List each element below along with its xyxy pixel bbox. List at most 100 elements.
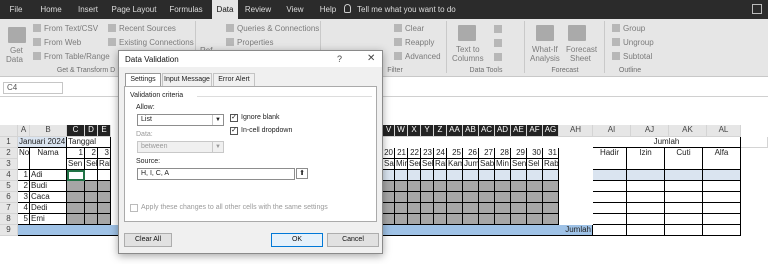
jumlah-cell[interactable] bbox=[627, 203, 665, 214]
jumlah-column-cuti[interactable]: Cuti bbox=[665, 148, 703, 170]
jumlah-cell[interactable] bbox=[703, 170, 741, 181]
column-header-b[interactable]: B bbox=[30, 125, 67, 137]
no-header[interactable]: No bbox=[18, 148, 30, 170]
attendance-cell[interactable] bbox=[98, 214, 111, 225]
attendance-cell[interactable] bbox=[479, 181, 495, 192]
tell-me-search[interactable]: Tell me what you want to do bbox=[344, 0, 456, 19]
column-header-a[interactable]: A bbox=[18, 125, 30, 137]
attendance-cell[interactable] bbox=[434, 192, 447, 203]
column-header-ad[interactable]: AD bbox=[495, 125, 511, 137]
weekday-cell[interactable]: Rab bbox=[543, 159, 559, 170]
jumlah-cell[interactable] bbox=[593, 192, 627, 203]
data-validation-icon[interactable] bbox=[494, 53, 502, 61]
student-name[interactable]: Adi bbox=[30, 170, 67, 181]
attendance-cell[interactable] bbox=[421, 203, 434, 214]
row-header-5[interactable]: 5 bbox=[0, 181, 18, 192]
attendance-cell[interactable] bbox=[463, 203, 479, 214]
attendance-cell[interactable] bbox=[383, 192, 395, 203]
day-cell[interactable]: 31 bbox=[543, 148, 559, 159]
select-all-corner[interactable] bbox=[0, 125, 18, 137]
day-cell[interactable]: 1 bbox=[67, 148, 85, 159]
jumlah-cell[interactable] bbox=[627, 214, 665, 225]
attendance-cell[interactable] bbox=[85, 192, 98, 203]
attendance-cell[interactable] bbox=[447, 203, 463, 214]
attendance-cell[interactable] bbox=[98, 203, 111, 214]
column-header-x[interactable]: X bbox=[408, 125, 421, 137]
tab-file[interactable]: File bbox=[0, 0, 32, 19]
day-cell[interactable]: 30 bbox=[527, 148, 543, 159]
day-cell[interactable]: 22 bbox=[408, 148, 421, 159]
clear-all-button[interactable]: Clear All bbox=[124, 233, 172, 247]
jumlah-cell[interactable] bbox=[665, 192, 703, 203]
attendance-cell[interactable] bbox=[447, 181, 463, 192]
column-header-al[interactable]: AL bbox=[707, 125, 741, 137]
attendance-cell[interactable] bbox=[543, 214, 559, 225]
attendance-cell[interactable] bbox=[495, 214, 511, 225]
jumlah-cell[interactable] bbox=[703, 214, 741, 225]
subtotal-button[interactable]: Subtotal bbox=[612, 52, 652, 61]
weekday-cell[interactable]: Sel bbox=[85, 159, 98, 170]
tab-insert[interactable]: Insert bbox=[70, 0, 106, 19]
attendance-cell[interactable] bbox=[479, 214, 495, 225]
weekday-cell[interactable]: Sen bbox=[408, 159, 421, 170]
attendance-cell[interactable] bbox=[527, 181, 543, 192]
day-cell[interactable]: 26 bbox=[463, 148, 479, 159]
attendance-cell[interactable] bbox=[527, 192, 543, 203]
column-header-z[interactable]: Z bbox=[434, 125, 447, 137]
attendance-cell[interactable] bbox=[67, 192, 85, 203]
what-if-button[interactable]: What-If bbox=[532, 45, 558, 54]
column-header-aa[interactable]: AA bbox=[447, 125, 463, 137]
column-header-c[interactable]: C bbox=[67, 125, 85, 137]
queries-connections-button[interactable]: Queries & Connections bbox=[226, 24, 319, 33]
allow-select[interactable]: List ▼ bbox=[137, 114, 224, 126]
attendance-cell[interactable] bbox=[421, 192, 434, 203]
jumlah-cell[interactable] bbox=[665, 181, 703, 192]
tab-review[interactable]: Review bbox=[240, 0, 276, 19]
attendance-cell[interactable] bbox=[511, 181, 527, 192]
row-header-4[interactable]: 4 bbox=[0, 170, 18, 181]
attendance-cell[interactable] bbox=[479, 192, 495, 203]
attendance-cell[interactable] bbox=[408, 192, 421, 203]
day-cell[interactable]: 20 bbox=[383, 148, 395, 159]
get-data-button[interactable]: Get bbox=[10, 46, 23, 55]
from-text-csv-button[interactable]: From Text/CSV bbox=[33, 24, 98, 33]
attendance-cell[interactable] bbox=[511, 203, 527, 214]
student-name[interactable]: Budi bbox=[30, 181, 67, 192]
attendance-cell[interactable] bbox=[98, 192, 111, 203]
attendance-cell[interactable] bbox=[434, 214, 447, 225]
ok-button[interactable]: OK bbox=[271, 233, 323, 247]
tab-view[interactable]: View bbox=[278, 0, 312, 19]
attendance-cell[interactable] bbox=[67, 170, 85, 181]
row-header-8[interactable]: 8 bbox=[0, 214, 18, 225]
attendance-cell[interactable] bbox=[85, 203, 98, 214]
jumlah-cell[interactable] bbox=[703, 181, 741, 192]
row-header-9[interactable]: 9 bbox=[0, 225, 18, 236]
jumlah-cell[interactable] bbox=[593, 181, 627, 192]
attendance-cell[interactable] bbox=[67, 181, 85, 192]
attendance-cell[interactable] bbox=[511, 214, 527, 225]
attendance-cell[interactable] bbox=[85, 181, 98, 192]
help-icon[interactable]: ? bbox=[337, 54, 342, 64]
row-header-1[interactable]: 1 bbox=[0, 137, 18, 148]
jumlah-cell[interactable] bbox=[627, 192, 665, 203]
properties-button[interactable]: Properties bbox=[226, 38, 273, 47]
empty-cell[interactable] bbox=[741, 137, 768, 148]
attendance-cell[interactable] bbox=[527, 170, 543, 181]
attendance-cell[interactable] bbox=[395, 181, 408, 192]
jumlah-cell[interactable] bbox=[627, 170, 665, 181]
attendance-cell[interactable] bbox=[408, 214, 421, 225]
attendance-cell[interactable] bbox=[395, 170, 408, 181]
weekday-cell[interactable]: Sel bbox=[527, 159, 543, 170]
column-header-e[interactable]: E bbox=[98, 125, 111, 137]
student-name[interactable]: Dedi bbox=[30, 203, 67, 214]
row-header-3[interactable]: 3 bbox=[0, 159, 18, 170]
attendance-cell[interactable] bbox=[98, 181, 111, 192]
recent-sources-button[interactable]: Recent Sources bbox=[108, 24, 176, 33]
flash-fill-icon[interactable] bbox=[494, 25, 502, 33]
jumlah-cell[interactable] bbox=[665, 203, 703, 214]
jumlah-cell[interactable] bbox=[665, 170, 703, 181]
day-cell[interactable]: 29 bbox=[511, 148, 527, 159]
jumlah-cell[interactable] bbox=[703, 203, 741, 214]
attendance-cell[interactable] bbox=[383, 181, 395, 192]
attendance-cell[interactable] bbox=[383, 214, 395, 225]
